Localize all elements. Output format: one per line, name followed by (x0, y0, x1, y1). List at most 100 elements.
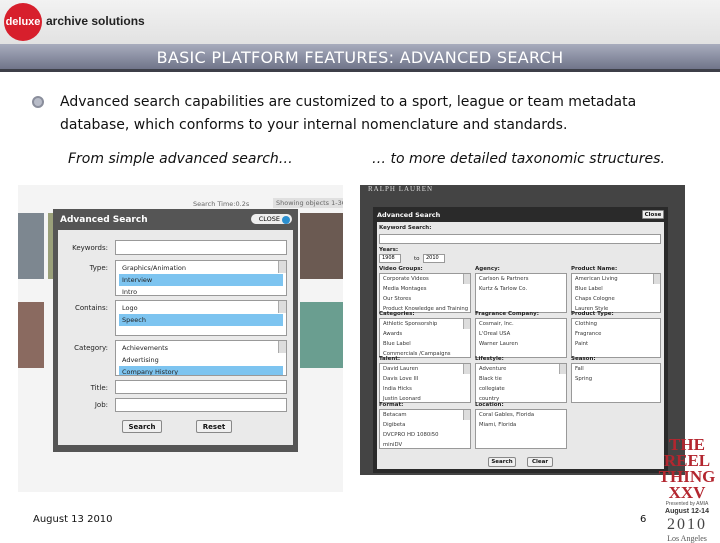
scrollbar[interactable] (653, 274, 660, 284)
advanced-search-dialog: Advanced Search CLOSE Keywords: Type: Gr… (53, 209, 298, 452)
list-option[interactable]: Fragrance (572, 329, 660, 339)
list-option[interactable]: Kurtz & Tarlow Co. (476, 284, 566, 294)
caption-right: … to more detailed taxonomic structures. (372, 151, 665, 167)
close-button[interactable]: Close (642, 210, 664, 219)
list-option[interactable]: Davis Love III (380, 374, 470, 384)
list-option[interactable]: Fall (572, 364, 660, 374)
group-list[interactable]: Fall Spring (571, 363, 661, 403)
group-list[interactable]: Cosmair, Inc. L'Oreal USA Warner Lauren (475, 318, 567, 358)
list-option[interactable]: David Lauren (380, 364, 470, 374)
group-list[interactable]: David Lauren Davis Love III India Hicks Jus… (379, 363, 471, 403)
list-option[interactable]: Advertising (119, 354, 283, 366)
list-option[interactable]: Coral Gables, Florida (476, 410, 566, 420)
list-option[interactable]: Company History (119, 366, 283, 375)
list-option[interactable]: Corporate Videos (380, 274, 470, 284)
group-label: Lifestyle: (475, 356, 504, 362)
group-label: Video Groups: (379, 266, 423, 272)
list-option[interactable]: miniDV (380, 440, 470, 448)
list-option[interactable]: Logo (119, 302, 283, 314)
caption-left: From simple advanced search… (68, 151, 293, 167)
group-list[interactable]: Coral Gables, Florida Miami, Florida (475, 409, 567, 449)
list-option[interactable]: Chaps Cologne (572, 294, 660, 304)
list-option[interactable]: Graphics/Animation (119, 262, 283, 274)
advanced-search-dialog-detailed: Advanced Search Close Keyword Search: Ye… (373, 207, 668, 473)
close-button[interactable]: CLOSE (250, 214, 292, 224)
list-option[interactable]: Warner Lauren (476, 339, 566, 349)
scrollbar[interactable] (463, 274, 470, 284)
list-option[interactable]: Betacam (380, 410, 470, 420)
list-option[interactable]: Carlson & Partners (476, 274, 566, 284)
group-list[interactable]: American Living Blue Label Chaps Cologne La… (571, 273, 661, 313)
group-list[interactable]: Athletic Sponsorship Awards Blue Label Comm… (379, 318, 471, 358)
simple-search-screenshot: Search Time:0.2s Showing objects 1-36 Ad… (18, 185, 343, 492)
brand-header: RALPH LAUREN (368, 185, 434, 193)
job-input[interactable] (115, 398, 287, 412)
showing-objects: Showing objects 1-36 (273, 198, 343, 208)
group-list[interactable]: Carlson & Partners Kurtz & Tarlow Co. (475, 273, 567, 313)
keywords-input[interactable] (115, 240, 287, 255)
search-button[interactable]: Search (122, 420, 162, 433)
scrollbar[interactable] (463, 410, 470, 420)
scrollbar[interactable] (463, 364, 470, 374)
scrollbar[interactable] (559, 364, 566, 374)
list-option[interactable]: DVCPRO HD 1080i50 (380, 430, 470, 440)
scrollbar[interactable] (278, 341, 286, 353)
group-list[interactable]: Corporate Videos Media Montages Our Stores… (379, 273, 471, 313)
group-list[interactable]: Adventure Black tie collegiate country (475, 363, 567, 403)
type-list[interactable]: Graphics/Animation Interview Intro (115, 260, 287, 296)
list-option[interactable]: Awards (380, 329, 470, 339)
list-option[interactable]: collegiate (476, 384, 566, 394)
list-option[interactable]: Miami, Florida (476, 420, 566, 430)
list-option[interactable]: Athletic Sponsorship (380, 319, 470, 329)
group-label: Season: (571, 356, 596, 362)
contains-list[interactable]: Logo Speech (115, 300, 287, 336)
keyword-label: Keyword Search: (379, 225, 432, 231)
list-option[interactable]: Adventure (476, 364, 566, 374)
list-option[interactable]: Blue Label (380, 339, 470, 349)
year-to-input[interactable]: 2010 (423, 254, 445, 263)
list-option[interactable]: Digibeta (380, 420, 470, 430)
title-input[interactable] (115, 380, 287, 394)
category-label: Category: (74, 344, 108, 352)
list-option[interactable]: Cosmair, Inc. (476, 319, 566, 329)
list-option[interactable]: Black tie (476, 374, 566, 384)
list-option[interactable]: Our Stores (380, 294, 470, 304)
category-list[interactable]: Achievements Advertising Company History (115, 340, 287, 376)
logo-dates: August 12-14 (665, 508, 709, 515)
list-option[interactable]: L'Oreal USA (476, 329, 566, 339)
group-label: Talent: (379, 356, 401, 362)
year-to-label: to (414, 256, 420, 262)
keyword-input[interactable] (379, 234, 661, 244)
job-label: Job: (94, 401, 108, 409)
group-label: Product Name: (571, 266, 618, 272)
logo-city: Los Angeles (667, 534, 707, 543)
deluxe-logo: deluxe (4, 3, 42, 41)
group-list[interactable]: Betacam Digibeta DVCPRO HD 1080i50 miniDV (379, 409, 471, 449)
list-option[interactable]: Intro (119, 286, 283, 295)
reset-button[interactable]: Reset (196, 420, 232, 433)
search-time: Search Time:0.2s (193, 200, 250, 208)
detailed-search-screenshot: RALPH LAUREN Advanced Search Close Keywo… (360, 185, 685, 475)
list-option[interactable]: India Hicks (380, 384, 470, 394)
list-option[interactable]: Speech (119, 314, 283, 326)
scrollbar[interactable] (278, 261, 286, 273)
page-number: 6 (640, 514, 647, 525)
list-option[interactable]: Media Montages (380, 284, 470, 294)
list-option[interactable]: Clothing (572, 319, 660, 329)
group-list[interactable]: Clothing Fragrance Paint (571, 318, 661, 358)
list-option[interactable]: Blue Label (572, 284, 660, 294)
list-option[interactable]: Paint (572, 339, 660, 349)
list-option[interactable]: Interview (119, 274, 283, 286)
year-from-input[interactable]: 1908 (379, 254, 401, 263)
list-option[interactable]: Spring (572, 374, 660, 384)
slide-title: BASIC PLATFORM FEATURES: ADVANCED SEARCH (0, 44, 720, 72)
scrollbar[interactable] (278, 301, 286, 313)
contains-label: Contains: (74, 304, 108, 312)
title-label: Title: (90, 384, 108, 392)
clear-button[interactable]: Clear (527, 457, 553, 467)
list-option[interactable]: Achievements (119, 342, 283, 354)
search-button[interactable]: Search (488, 457, 516, 467)
scrollbar[interactable] (463, 319, 470, 329)
list-option[interactable]: American Living (572, 274, 660, 284)
group-label: Agency: (475, 266, 500, 272)
